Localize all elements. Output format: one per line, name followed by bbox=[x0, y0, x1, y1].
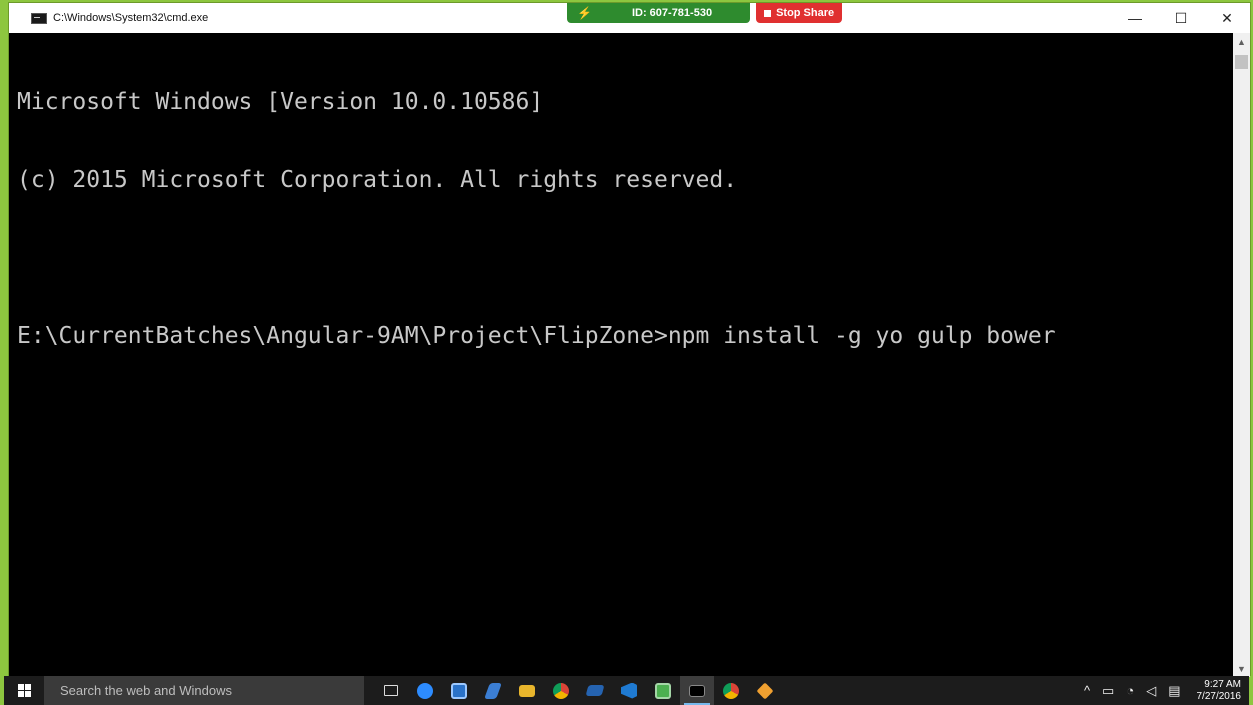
search-placeholder: Search the web and Windows bbox=[60, 683, 232, 698]
lightning-icon: ⚡ bbox=[577, 6, 592, 20]
close-button[interactable]: ✕ bbox=[1204, 3, 1250, 33]
title-bar[interactable]: C:\Windows\System32\cmd.exe ⚡ ID: 607-78… bbox=[9, 3, 1250, 33]
stop-share-button[interactable]: Stop Share bbox=[756, 3, 843, 23]
network-icon[interactable]: ▭ bbox=[1102, 683, 1114, 699]
cmd-app-icon bbox=[31, 12, 47, 24]
wifi-icon[interactable]: ◔ bbox=[1126, 683, 1134, 698]
task-view-icon bbox=[384, 685, 398, 696]
tray-chevron-icon[interactable]: ^ bbox=[1084, 683, 1090, 698]
taskbar-app-zoom[interactable] bbox=[408, 676, 442, 705]
taskbar-app-pen[interactable] bbox=[476, 676, 510, 705]
minimize-button[interactable]: — bbox=[1112, 3, 1158, 33]
windows-logo-icon bbox=[17, 684, 31, 697]
taskbar-search-box[interactable]: Search the web and Windows bbox=[44, 676, 364, 705]
scroll-thumb[interactable] bbox=[1235, 55, 1248, 69]
taskbar-app-chrome[interactable] bbox=[544, 676, 578, 705]
taskbar-app-git[interactable] bbox=[748, 676, 782, 705]
volume-icon[interactable]: ◁ bbox=[1146, 683, 1156, 699]
scroll-down-icon[interactable]: ▼ bbox=[1233, 660, 1250, 677]
taskbar: Search the web and Windows ^ ▭ ◔ ◁ ▤ 9:2… bbox=[4, 676, 1249, 705]
start-button[interactable] bbox=[4, 676, 44, 705]
window-title: C:\Windows\System32\cmd.exe bbox=[53, 12, 209, 24]
chrome-icon bbox=[723, 682, 739, 699]
clock-time: 9:27 AM bbox=[1204, 678, 1241, 690]
share-id-pill[interactable]: ⚡ ID: 607-781-530 bbox=[567, 3, 751, 23]
maximize-button[interactable]: ☐ bbox=[1158, 3, 1204, 33]
taskbar-app-vscode[interactable] bbox=[612, 676, 646, 705]
vscode-icon bbox=[621, 682, 637, 699]
taskbar-app-square[interactable] bbox=[442, 676, 476, 705]
console-line: Microsoft Windows [Version 10.0.10586] bbox=[17, 89, 544, 115]
taskbar-app-cmd[interactable] bbox=[680, 676, 714, 705]
pen-icon bbox=[484, 682, 502, 699]
console-prompt-line: E:\CurrentBatches\Angular-9AM\Project\Fl… bbox=[17, 323, 1056, 349]
zoom-icon bbox=[417, 682, 433, 699]
clock-date: 7/27/2016 bbox=[1196, 690, 1242, 702]
share-id: ID: 607-781-530 bbox=[631, 7, 713, 19]
chrome-icon bbox=[553, 682, 569, 699]
system-tray: ^ ▭ ◔ ◁ ▤ 9:27 AM 7/27/2016 bbox=[1084, 676, 1249, 705]
taskbar-app-chrome-2[interactable] bbox=[714, 676, 748, 705]
cmd-window: C:\Windows\System32\cmd.exe ⚡ ID: 607-78… bbox=[8, 2, 1251, 677]
app-blue-icon bbox=[585, 685, 605, 696]
vertical-scrollbar[interactable]: ▲ ▼ bbox=[1233, 33, 1250, 677]
taskbar-app-explorer[interactable] bbox=[510, 676, 544, 705]
task-view-button[interactable] bbox=[374, 676, 408, 705]
photos-icon bbox=[655, 682, 671, 699]
notifications-icon[interactable]: ▤ bbox=[1168, 683, 1180, 699]
folder-icon bbox=[519, 684, 535, 697]
stop-icon bbox=[764, 9, 772, 17]
window-controls: — ☐ ✕ bbox=[1112, 3, 1250, 33]
command-prompt-icon bbox=[689, 684, 705, 697]
stop-share-label: Stop Share bbox=[776, 7, 835, 19]
console-output[interactable]: Microsoft Windows [Version 10.0.10586] (… bbox=[9, 33, 1235, 677]
taskbar-apps bbox=[374, 676, 782, 705]
screen-share-toolbar: ⚡ ID: 607-781-530 Stop Share bbox=[567, 3, 843, 25]
taskbar-app-blue[interactable] bbox=[578, 676, 612, 705]
git-icon bbox=[756, 682, 774, 699]
taskbar-clock[interactable]: 9:27 AM 7/27/2016 bbox=[1197, 679, 1250, 703]
console-line: (c) 2015 Microsoft Corporation. All righ… bbox=[17, 167, 738, 193]
taskbar-app-photos[interactable] bbox=[646, 676, 680, 705]
app-square-icon bbox=[451, 682, 467, 699]
scroll-up-icon[interactable]: ▲ bbox=[1233, 33, 1250, 50]
